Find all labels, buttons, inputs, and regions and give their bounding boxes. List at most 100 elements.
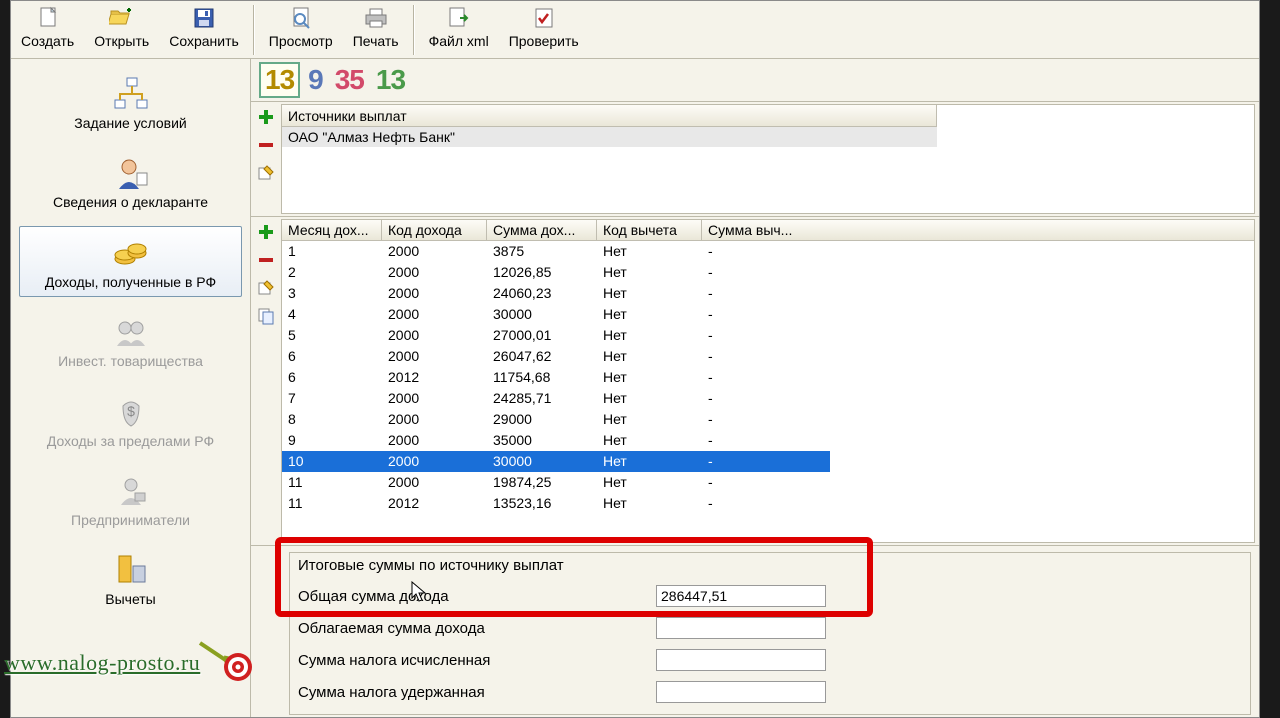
header-ded-code[interactable]: Код вычета: [597, 220, 702, 240]
table-cell: 6: [282, 346, 382, 367]
toolbar-separator: [413, 5, 415, 55]
preview-button[interactable]: Просмотр: [259, 1, 343, 57]
tax-withheld-label: Сумма налога удержанная: [298, 684, 648, 701]
table-cell: -: [702, 430, 822, 451]
table-row[interactable]: 2200012026,85Нет-: [282, 262, 1254, 283]
sources-panel: Источники выплат ОАО "Алмаз Нефть Банк": [251, 101, 1259, 217]
table-cell: 2000: [382, 241, 487, 262]
table-cell: Нет: [597, 304, 702, 325]
toolbar-separator: [253, 5, 255, 55]
file-xml-button[interactable]: Файл xml: [419, 1, 499, 57]
income-grid[interactable]: Месяц дох... Код дохода Сумма дох... Код…: [281, 219, 1255, 543]
tax-calculated-input[interactable]: [656, 649, 826, 671]
total-income-row: Общая сумма дохода: [298, 580, 1242, 612]
nav-entrepreneurs-label: Предприниматели: [71, 513, 190, 528]
open-label: Открыть: [94, 33, 149, 49]
nav-entrepreneurs[interactable]: Предприниматели: [19, 464, 242, 535]
nav-conditions[interactable]: Задание условий: [19, 67, 242, 138]
table-cell: -: [702, 493, 822, 514]
table-row[interactable]: 8200029000Нет-: [282, 409, 1254, 430]
printer-icon: [362, 5, 390, 31]
new-file-icon: [34, 5, 62, 31]
sources-grid[interactable]: Источники выплат ОАО "Алмаз Нефть Банк": [281, 104, 1255, 214]
table-row[interactable]: 10200030000Нет-: [282, 451, 830, 472]
table-cell: 4: [282, 304, 382, 325]
table-cell: 26047,62: [487, 346, 597, 367]
taxable-income-row: Облагаемая сумма дохода: [298, 612, 1242, 644]
print-button[interactable]: Печать: [343, 1, 409, 57]
nav-invest[interactable]: Инвест. товарищества: [19, 305, 242, 376]
invest-icon: [109, 312, 153, 352]
deductions-icon: [109, 550, 153, 590]
rate-tab-13[interactable]: 13: [259, 62, 300, 98]
source-edit-button[interactable]: [255, 162, 277, 184]
header-month[interactable]: Месяц дох...: [282, 220, 382, 240]
table-cell: 8: [282, 409, 382, 430]
nav-deductions-label: Вычеты: [105, 592, 156, 607]
rate-tab-35[interactable]: 35: [331, 64, 368, 96]
main-content: 13 9 35 13 И: [251, 59, 1259, 717]
table-row[interactable]: 6200026047,62Нет-: [282, 346, 1254, 367]
table-cell: Нет: [597, 367, 702, 388]
check-label: Проверить: [509, 33, 579, 49]
nav-income-rf-label: Доходы, полученные в РФ: [45, 275, 216, 290]
declarant-icon: [109, 153, 153, 193]
rate-tab-13-alt[interactable]: 13: [372, 64, 409, 96]
source-row[interactable]: ОАО "Алмаз Нефть Банк": [282, 127, 937, 147]
entrepreneurs-icon: [109, 471, 153, 511]
table-cell: Нет: [597, 262, 702, 283]
table-row[interactable]: 5200027000,01Нет-: [282, 325, 1254, 346]
table-row[interactable]: 120003875Нет-: [282, 241, 1254, 262]
source-add-button[interactable]: [255, 106, 277, 128]
table-row[interactable]: 7200024285,71Нет-: [282, 388, 1254, 409]
table-row[interactable]: 6201211754,68Нет-: [282, 367, 1254, 388]
table-cell: 30000: [487, 304, 597, 325]
table-row[interactable]: 3200024060,23Нет-: [282, 283, 1254, 304]
table-row[interactable]: 9200035000Нет-: [282, 430, 1254, 451]
table-row[interactable]: 11200019874,25Нет-: [282, 472, 1254, 493]
table-cell: 9: [282, 430, 382, 451]
tax-calculated-label: Сумма налога исчисленная: [298, 652, 648, 669]
table-cell: 35000: [487, 430, 597, 451]
total-income-input[interactable]: [656, 585, 826, 607]
source-remove-button[interactable]: [255, 134, 277, 156]
nav-deductions[interactable]: Вычеты: [19, 543, 242, 614]
table-cell: 1: [282, 241, 382, 262]
table-cell: -: [702, 367, 822, 388]
nav-income-abroad[interactable]: $ Доходы за пределами РФ: [19, 385, 242, 456]
table-cell: 3: [282, 283, 382, 304]
table-cell: 7: [282, 388, 382, 409]
table-row[interactable]: 11201213523,16Нет-: [282, 493, 1254, 514]
nav-income-rf[interactable]: Доходы, полученные в РФ: [19, 226, 242, 297]
header-ded-sum[interactable]: Сумма выч...: [702, 220, 822, 240]
create-button[interactable]: Создать: [11, 1, 84, 57]
table-cell: Нет: [597, 241, 702, 262]
table-cell: Нет: [597, 388, 702, 409]
income-remove-button[interactable]: [255, 249, 277, 271]
table-cell: 2000: [382, 304, 487, 325]
income-add-button[interactable]: [255, 221, 277, 243]
table-cell: 2000: [382, 262, 487, 283]
table-cell: 2000: [382, 430, 487, 451]
table-row[interactable]: 4200030000Нет-: [282, 304, 1254, 325]
table-cell: 10: [282, 451, 382, 472]
check-button[interactable]: Проверить: [499, 1, 589, 57]
save-floppy-icon: [190, 5, 218, 31]
tax-withheld-input[interactable]: [656, 681, 826, 703]
rate-tab-9[interactable]: 9: [304, 64, 327, 96]
income-panel: Месяц дох... Код дохода Сумма дох... Код…: [251, 217, 1259, 546]
open-button[interactable]: Открыть: [84, 1, 159, 57]
header-sum[interactable]: Сумма дох...: [487, 220, 597, 240]
table-cell: 2000: [382, 346, 487, 367]
table-cell: -: [702, 451, 822, 472]
income-copy-button[interactable]: [255, 305, 277, 327]
preview-label: Просмотр: [269, 33, 333, 49]
save-button[interactable]: Сохранить: [159, 1, 249, 57]
income-body: 120003875Нет-2200012026,85Нет-3200024060…: [282, 241, 1254, 514]
taxable-income-input[interactable]: [656, 617, 826, 639]
total-income-label: Общая сумма дохода: [298, 588, 648, 605]
header-code[interactable]: Код дохода: [382, 220, 487, 240]
income-toolbar: [251, 217, 281, 545]
income-edit-button[interactable]: [255, 277, 277, 299]
nav-declarant[interactable]: Сведения о декларанте: [19, 146, 242, 217]
